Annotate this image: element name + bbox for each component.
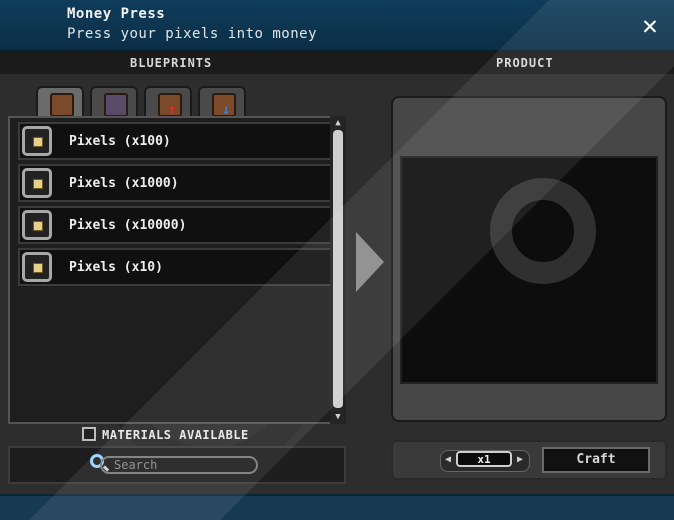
tab-upgrade[interactable]: ↑ [144,86,192,118]
craft-direction-arrow-icon [356,232,384,292]
quantity-increase-icon[interactable]: ▶ [514,452,526,468]
pixel-icon [22,168,52,198]
blueprints-header: BLUEPRINTS [130,56,213,70]
recipe-label: Pixels (x1000) [69,176,179,191]
close-icon[interactable]: ✕ [636,12,664,40]
tab-blueprints[interactable] [36,86,84,118]
blueprint-book-wand-icon [104,93,128,117]
materials-available-checkbox[interactable] [82,427,96,441]
section-headers: BLUEPRINTS PRODUCT [0,52,674,74]
list-item[interactable]: Pixels (x10000) [18,206,334,244]
list-item[interactable]: Pixels (x100) [18,122,334,160]
pixel-icon [22,252,52,282]
recipe-label: Pixels (x100) [69,134,171,149]
money-press-window: Money Press Press your pixels into money… [0,0,674,520]
recipe-list: Pixels (x100) Pixels (x1000) Pixels (x10… [8,116,346,424]
recipe-scrollbar[interactable]: ▲ ▼ [330,116,346,424]
title-bar: Money Press Press your pixels into money… [0,0,674,52]
product-ring-decoration [490,178,596,284]
window-bottom-edge [0,494,674,520]
search-input[interactable] [100,456,258,474]
recipe-label: Pixels (x10000) [69,218,187,233]
scroll-up-arrow-icon[interactable]: ▲ [330,118,346,128]
product-header: PRODUCT [496,56,554,70]
tab-blueprints-magic[interactable] [90,86,138,118]
list-item[interactable]: Pixels (x10) [18,248,334,286]
pixel-icon [22,210,52,240]
pixel-icon [22,126,52,156]
recipe-label: Pixels (x10) [69,260,163,275]
quantity-field[interactable] [456,451,512,467]
materials-available-label: MATERIALS AVAILABLE [102,428,249,442]
blueprint-book-icon [50,93,74,117]
scroll-down-arrow-icon[interactable]: ▼ [330,412,346,422]
tab-downgrade[interactable]: ↓ [198,86,246,118]
window-subtitle: Press your pixels into money [67,26,318,42]
quantity-decrease-icon[interactable]: ◀ [442,452,454,468]
window-title: Money Press [67,6,166,22]
craft-button[interactable]: Craft [542,447,650,473]
scroll-thumb[interactable] [333,130,343,408]
list-item[interactable]: Pixels (x1000) [18,164,334,202]
materials-available-toggle[interactable]: MATERIALS AVAILABLE [82,427,249,442]
